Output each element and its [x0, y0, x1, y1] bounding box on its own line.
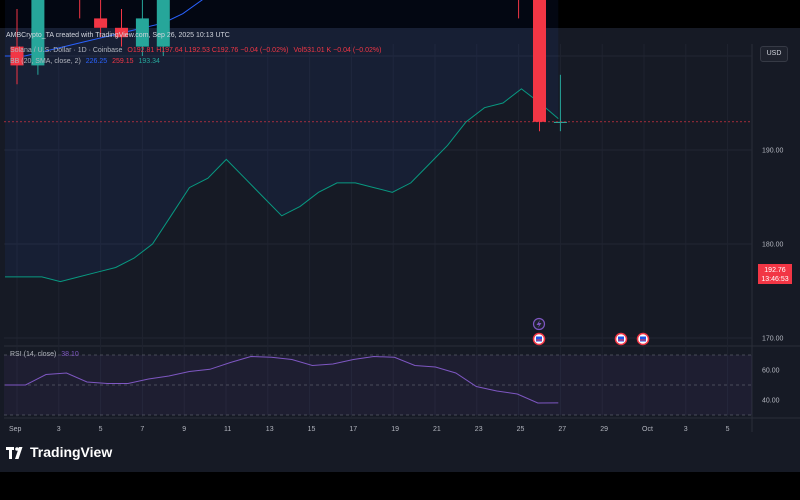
price-tick-label: 180.00: [762, 242, 784, 249]
candle-body: [156, 0, 170, 47]
us-flag-event-icon: [614, 332, 628, 346]
time-tick-label: 29: [600, 426, 608, 433]
chart-canvas[interactable]: 170.00180.00190.00200.00210.00220.00230.…: [0, 0, 800, 500]
event-icon-flag: [536, 336, 542, 342]
bb-upper-value: 259.15: [112, 58, 134, 65]
time-tick-label: 3: [57, 426, 61, 433]
event-icons: [532, 317, 650, 346]
time-tick-label: Oct: [642, 426, 653, 433]
rsi-tick-label: 60.00: [762, 368, 780, 375]
time-tick-label: 11: [224, 426, 231, 433]
volume-value: Vol531.01 K −0.04 (−0.02%): [293, 47, 382, 54]
symbol-legend: Solana / U.S. Dollar · 1D · Coinbase O19…: [10, 47, 381, 54]
symbol-name[interactable]: Solana / U.S. Dollar · 1D · Coinbase: [10, 47, 122, 54]
time-tick-label: 5: [99, 426, 103, 433]
candle-body: [94, 18, 108, 28]
time-tick-label: 23: [475, 426, 483, 433]
last-price-value: 192.76: [764, 267, 786, 274]
bb-basis-value: 226.25: [85, 58, 108, 65]
us-flag-event-icon: [532, 332, 546, 346]
time-tick-label: 17: [349, 426, 357, 433]
time-tick-label: 21: [433, 426, 441, 433]
chart-credit: AMBCrypto_TA created with TradingView.co…: [6, 32, 230, 39]
bb-label[interactable]: BB (20, SMA, close, 2): [10, 58, 81, 65]
time-tick-label: Sep: [9, 426, 22, 433]
bb-lower-value: 193.34: [138, 58, 160, 65]
time-tick-label: 27: [558, 426, 566, 433]
rsi-label[interactable]: RSI (14, close): [10, 351, 56, 358]
last-price-tag: 192.76 13:46:53: [758, 264, 792, 284]
time-tick-label: 7: [140, 426, 144, 433]
rsi-tick-label: 40.00: [762, 398, 780, 405]
time-tick-label: 15: [308, 426, 316, 433]
rsi-pane: 40.00 60.00: [4, 354, 780, 416]
time-tick-label: 9: [182, 426, 186, 433]
time-tick-label: 19: [391, 426, 399, 433]
bar-countdown: 13:46:53: [761, 276, 789, 283]
time-tick-label: 13: [266, 426, 274, 433]
rsi-value: 38.10: [61, 351, 79, 358]
time-tick-label: 5: [726, 426, 730, 433]
event-icon-flag: [640, 336, 646, 342]
rsi-legend: RSI (14, close) 38.10: [10, 351, 79, 358]
price-tick-label: 190.00: [762, 148, 784, 155]
tradingview-logo: TradingView: [6, 444, 112, 460]
candle: [533, 0, 546, 132]
price-tick-label: 170.00: [762, 336, 784, 343]
event-icon-flag: [618, 336, 624, 342]
currency-button[interactable]: USD: [760, 46, 788, 62]
brand-name: TradingView: [30, 444, 113, 460]
us-flag-event-icon: [636, 332, 650, 346]
lightning-event-icon: [532, 317, 546, 331]
time-axis: Sep 3 5 7 9 11 13 15 17 19 21 23 25 27 29 Oct 3 5: [9, 426, 730, 433]
time-tick-label: 25: [517, 426, 525, 433]
candle-body: [533, 0, 546, 122]
tradingview-logo-icon: [6, 447, 23, 460]
time-tick-label: 3: [684, 426, 688, 433]
ohlc-values: O192.81 H197.64 L192.53 C192.76 −0.04 (−…: [127, 47, 289, 54]
bb-legend: BB (20, SMA, close, 2) 226.25 259.15 193…: [10, 58, 160, 65]
bollinger-band-fill: [5, 0, 559, 282]
